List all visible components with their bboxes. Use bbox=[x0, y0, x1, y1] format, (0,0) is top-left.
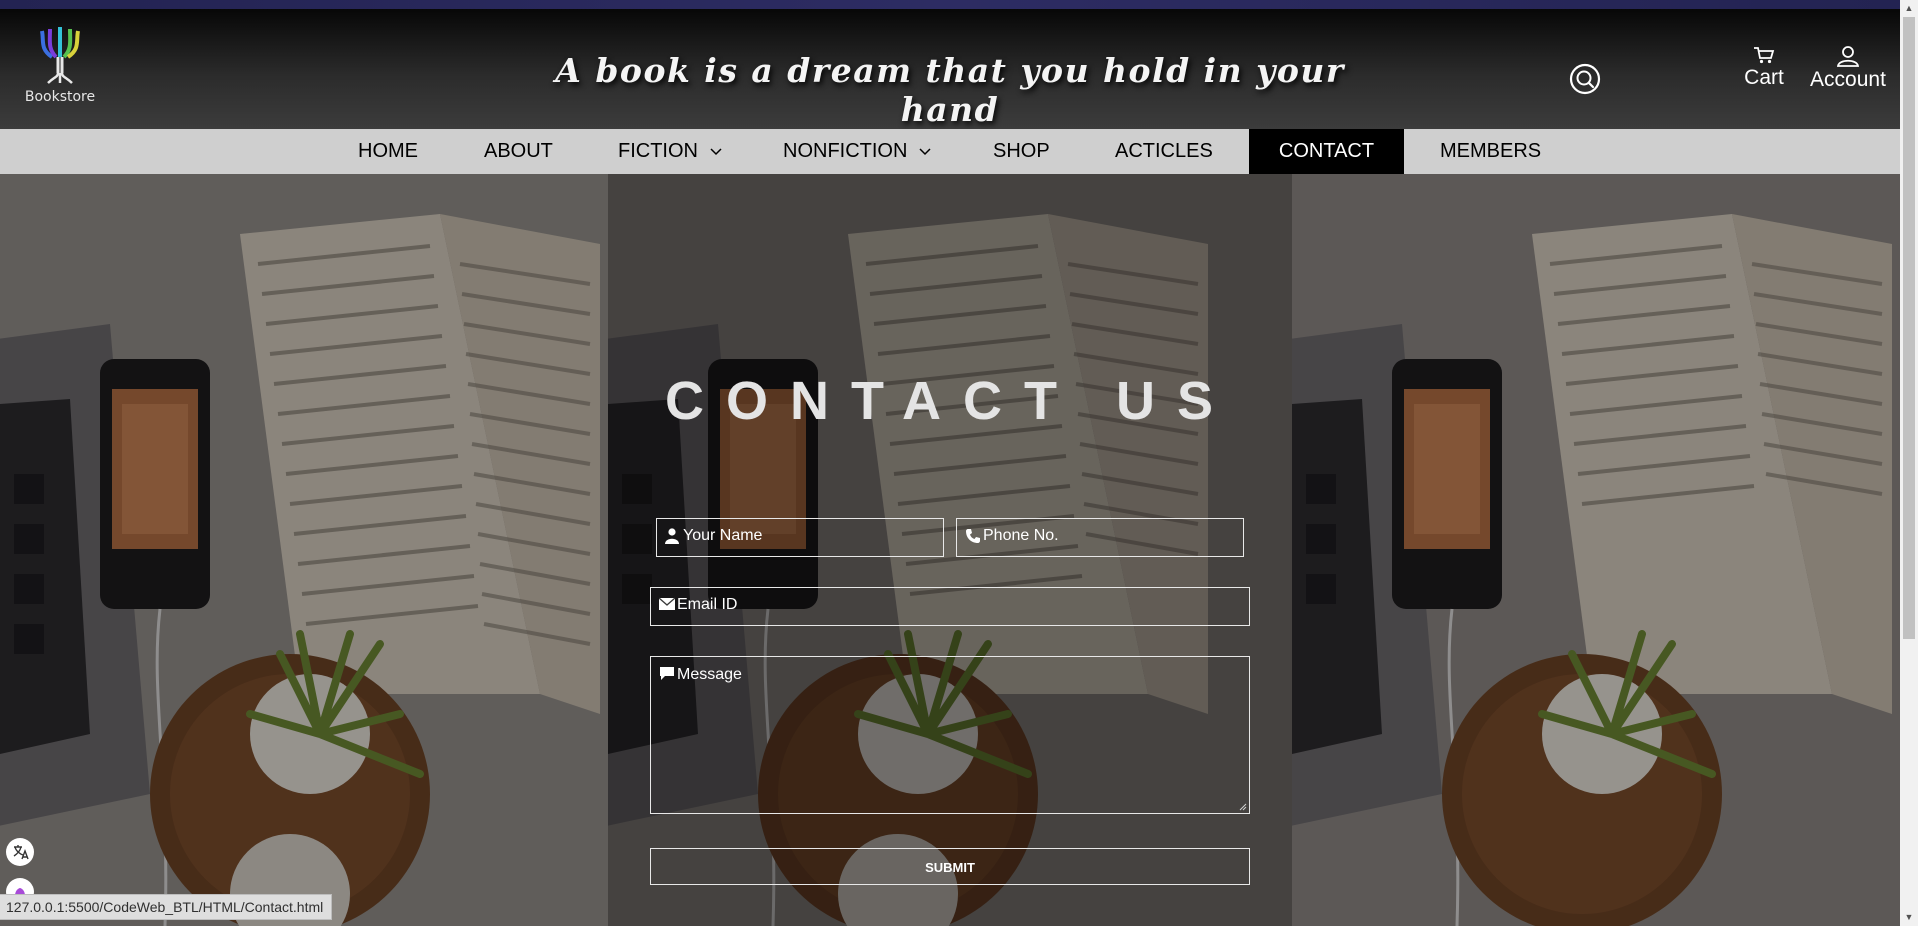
translate-icon bbox=[13, 845, 29, 860]
nav-contact-label: CONTACT bbox=[1278, 140, 1375, 162]
nav-about-label: ABOUT bbox=[484, 140, 553, 162]
cart-icon bbox=[1754, 47, 1775, 64]
user-icon bbox=[665, 528, 679, 544]
tree-logo-icon bbox=[40, 27, 80, 84]
chevron-down-icon bbox=[710, 148, 722, 155]
message-field[interactable]: Message bbox=[650, 656, 1250, 814]
nav-home-label: HOME bbox=[358, 140, 418, 162]
chevron-down-icon bbox=[919, 148, 931, 155]
scroll-up-arrow-icon[interactable]: ▲ bbox=[1900, 0, 1918, 17]
nav-articles[interactable]: ACTICLES bbox=[1115, 129, 1213, 174]
account-label: Account bbox=[1810, 68, 1886, 91]
envelope-icon bbox=[659, 597, 675, 610]
nav-fiction[interactable]: FICTION bbox=[618, 129, 722, 174]
phone-field[interactable]: Phone No. bbox=[956, 518, 1244, 557]
search-button[interactable] bbox=[1569, 63, 1601, 95]
nav-contact[interactable]: CONTACT bbox=[1249, 129, 1404, 174]
nav-about[interactable]: ABOUT bbox=[484, 129, 553, 174]
nav-home[interactable]: HOME bbox=[358, 129, 418, 174]
nav-fiction-label: FICTION bbox=[618, 140, 698, 162]
nav-shop[interactable]: SHOP bbox=[993, 129, 1050, 174]
nav-shop-label: SHOP bbox=[993, 140, 1050, 162]
account-link[interactable]: Account bbox=[1806, 45, 1890, 92]
cart-link[interactable]: Cart bbox=[1738, 45, 1790, 90]
email-placeholder: Email ID bbox=[677, 596, 738, 613]
search-icon bbox=[1569, 63, 1601, 95]
browser-top-strip bbox=[0, 0, 1900, 9]
name-field[interactable]: Your Name bbox=[656, 518, 944, 557]
nav-articles-label: ACTICLES bbox=[1115, 140, 1213, 162]
submit-button[interactable]: SUBMIT bbox=[650, 848, 1250, 885]
status-bar-url: 127.0.0.1:5500/CodeWeb_BTL/HTML/Contact.… bbox=[0, 894, 333, 920]
contact-title: CONTACT US bbox=[665, 371, 1235, 431]
nav-members[interactable]: MEMBERS bbox=[1440, 129, 1541, 174]
scrollbar-thumb[interactable] bbox=[1903, 17, 1915, 639]
site-logo[interactable]: Bookstore bbox=[22, 27, 98, 105]
scroll-down-arrow-icon[interactable]: ▼ bbox=[1900, 909, 1918, 926]
nav-nonfiction[interactable]: NONFICTION bbox=[783, 129, 931, 174]
page-scrollbar[interactable]: ▲ ▼ bbox=[1900, 0, 1918, 926]
message-placeholder: Message bbox=[677, 666, 742, 683]
logo-text: Bookstore bbox=[24, 89, 96, 105]
site-tagline: A book is a dream that you hold in your … bbox=[555, 51, 1345, 129]
main-nav: HOME ABOUT FICTION NONFICTION SHOP ACTIC… bbox=[0, 129, 1900, 174]
translate-button[interactable] bbox=[6, 838, 34, 866]
account-icon bbox=[1836, 46, 1860, 67]
site-header: Bookstore A book is a dream that you hol… bbox=[0, 9, 1900, 129]
cart-label: Cart bbox=[1744, 66, 1784, 89]
phone-placeholder: Phone No. bbox=[983, 527, 1059, 544]
comment-icon bbox=[660, 667, 674, 680]
nav-members-label: MEMBERS bbox=[1440, 140, 1542, 162]
phone-icon bbox=[966, 529, 980, 543]
resize-handle-icon[interactable] bbox=[1237, 801, 1247, 811]
nav-nonfiction-label: NONFICTION bbox=[783, 140, 908, 162]
name-placeholder: Your Name bbox=[683, 527, 763, 544]
email-field[interactable]: Email ID bbox=[650, 587, 1250, 626]
